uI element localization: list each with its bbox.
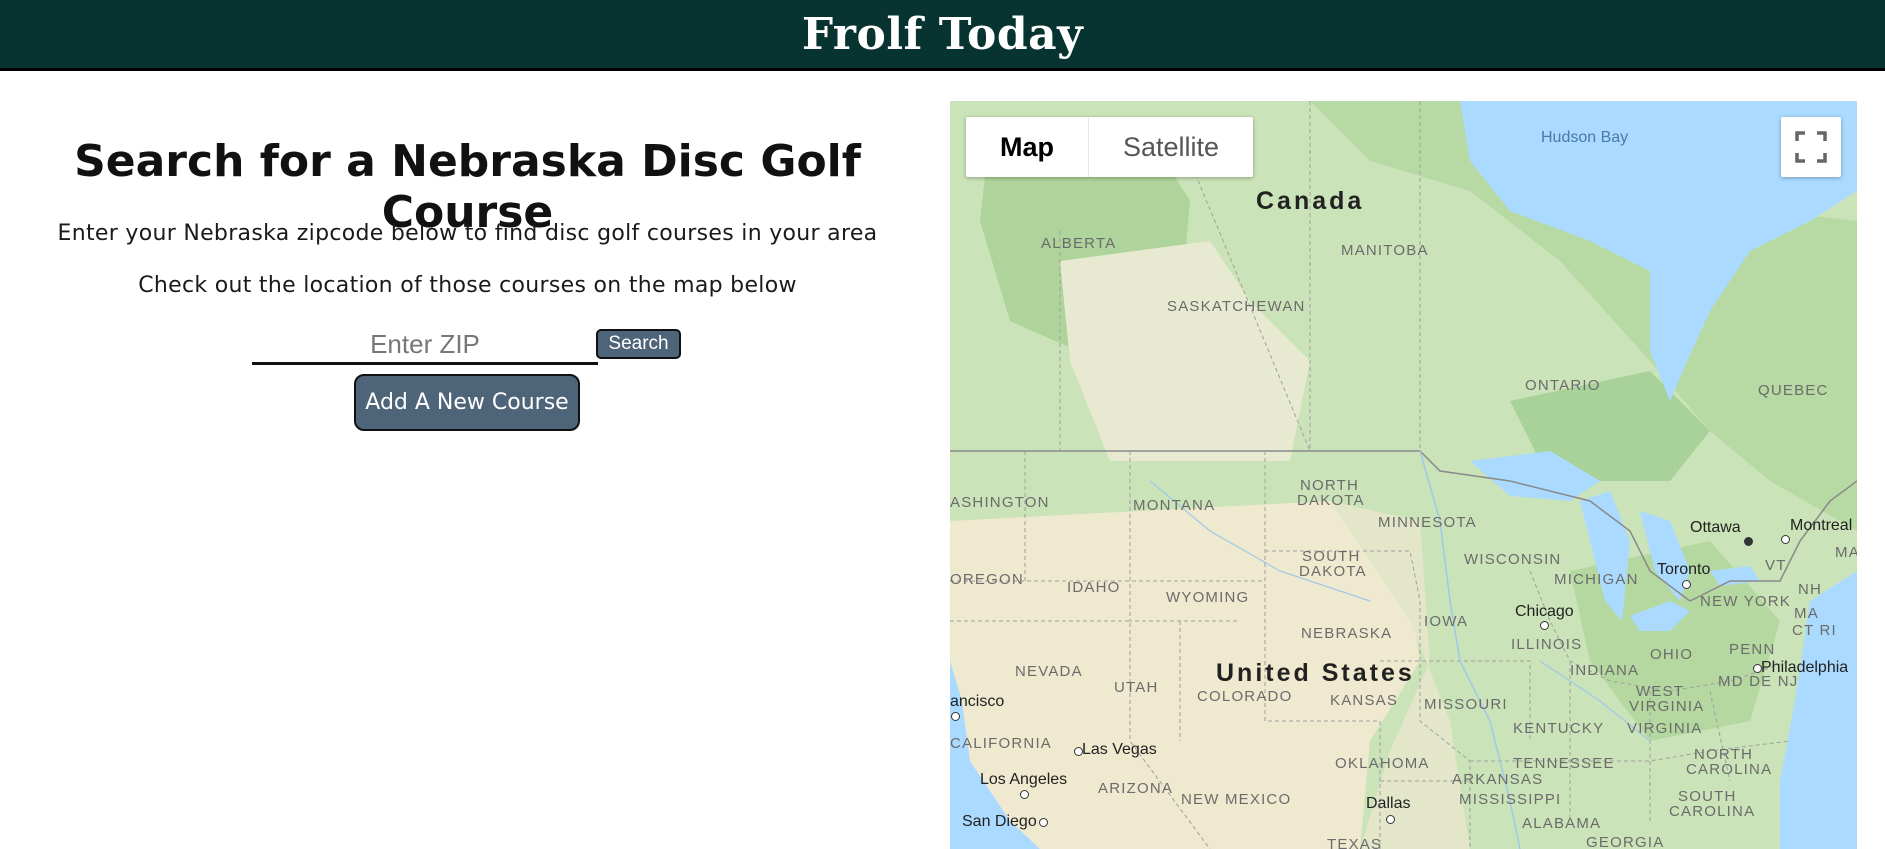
dallas-marker — [1386, 815, 1395, 824]
ontario-label: ONTARIO — [1525, 377, 1601, 394]
mississippi-label: MISSISSIPPI — [1459, 791, 1562, 808]
south-carolina-label-2: CAROLINA — [1669, 803, 1756, 820]
toronto-label: Toronto — [1657, 561, 1711, 578]
north-carolina-label-2: CAROLINA — [1686, 761, 1773, 778]
san-diego-label: San Diego — [962, 813, 1037, 830]
canada-label: Canada — [1256, 187, 1365, 215]
fullscreen-button[interactable] — [1781, 117, 1841, 177]
chicago-label: Chicago — [1515, 603, 1574, 620]
search-instructions: Enter your Nebraska zipcode below to fin… — [57, 221, 878, 246]
search-panel: Search for a Nebraska Disc Golf Course E… — [0, 71, 935, 849]
nebraska-label: NEBRASKA — [1301, 625, 1393, 642]
montreal-marker — [1781, 535, 1790, 544]
utah-label: UTAH — [1114, 679, 1159, 696]
oregon-label: OREGON — [950, 571, 1024, 588]
wisconsin-label: WISCONSIN — [1464, 551, 1562, 568]
chicago-marker — [1540, 621, 1549, 630]
montana-label: MONTANA — [1133, 497, 1216, 514]
nh-label: NH — [1798, 581, 1823, 598]
north-dakota-label-2: DAKOTA — [1297, 492, 1365, 509]
site-title: Frolf Today — [801, 8, 1084, 60]
tennessee-label: TENNESSEE — [1513, 755, 1615, 772]
michigan-label: MICHIGAN — [1554, 571, 1639, 588]
washington-label: ASHINGTON — [950, 494, 1050, 511]
new-mexico-label: NEW MEXICO — [1181, 791, 1292, 808]
texas-label: TEXAS — [1327, 836, 1383, 849]
ohio-label: OHIO — [1650, 646, 1694, 663]
ottawa-marker — [1744, 537, 1753, 546]
search-button[interactable]: Search — [596, 329, 681, 359]
vt-label: VT — [1765, 557, 1787, 574]
west-virginia-label-2: VIRGINIA — [1629, 698, 1705, 715]
alabama-label: ALABAMA — [1522, 815, 1602, 832]
las-vegas-label: Las Vegas — [1082, 741, 1157, 758]
penn-label: PENN — [1729, 641, 1776, 658]
alberta-label: ALBERTA — [1041, 235, 1117, 252]
san-francisco-label: ancisco — [950, 693, 1005, 710]
add-course-button[interactable]: Add A New Course — [354, 374, 580, 431]
iowa-label: IOWA — [1424, 613, 1469, 630]
site-header: Frolf Today — [0, 0, 1885, 71]
georgia-label: GEORGIA — [1586, 834, 1665, 849]
south-dakota-label-2: DAKOTA — [1299, 563, 1367, 580]
arkansas-label: ARKANSAS — [1452, 771, 1544, 788]
missouri-label: MISSOURI — [1424, 696, 1508, 713]
map-view[interactable]: Map Satellite Hudson Bay Canada United S… — [950, 101, 1857, 849]
map-tiles[interactable] — [950, 101, 1857, 849]
colorado-label: COLORADO — [1197, 688, 1293, 705]
arizona-label: ARIZONA — [1098, 780, 1174, 797]
san-diego-marker — [1039, 818, 1048, 827]
ma-label: MA — [1794, 605, 1819, 622]
map-type-control: Map Satellite — [966, 117, 1254, 177]
oklahoma-label: OKLAHOMA — [1335, 755, 1430, 772]
new-york-label: NEW YORK — [1700, 593, 1792, 610]
los-angeles-marker — [1020, 790, 1029, 799]
wyoming-label: WYOMING — [1166, 589, 1250, 606]
fullscreen-icon — [1795, 131, 1827, 163]
san-francisco-marker — [951, 712, 960, 721]
united-states-label: United States — [1216, 659, 1415, 687]
virginia-label: VIRGINIA — [1627, 720, 1703, 737]
montreal-label: Montreal — [1790, 517, 1853, 534]
ottawa-label: Ottawa — [1690, 519, 1741, 536]
quebec-label: QUEBEC — [1758, 382, 1829, 399]
maine-label: MA — [1835, 544, 1857, 561]
idaho-label: IDAHO — [1067, 579, 1121, 596]
minnesota-label: MINNESOTA — [1378, 514, 1477, 531]
map-instructions: Check out the location of those courses … — [138, 273, 797, 298]
manitoba-label: MANITOBA — [1341, 242, 1429, 259]
zip-input[interactable] — [252, 326, 598, 365]
kentucky-label: KENTUCKY — [1513, 720, 1605, 737]
hudson-bay-label: Hudson Bay — [1541, 129, 1629, 146]
california-label: CALIFORNIA — [950, 735, 1053, 752]
nevada-label: NEVADA — [1015, 663, 1083, 680]
philadelphia-label: Philadelphia — [1761, 659, 1849, 676]
dallas-label: Dallas — [1366, 795, 1411, 812]
illinois-label: ILLINOIS — [1511, 636, 1583, 653]
toronto-marker — [1682, 580, 1691, 589]
indiana-label: INDIANA — [1570, 662, 1640, 679]
los-angeles-label: Los Angeles — [980, 771, 1068, 788]
map-tab[interactable]: Map — [966, 117, 1089, 177]
kansas-label: KANSAS — [1330, 692, 1399, 709]
saskatchewan-label: SASKATCHEWAN — [1167, 298, 1306, 315]
satellite-tab[interactable]: Satellite — [1089, 117, 1253, 177]
ct-ri-label: CT RI — [1792, 622, 1837, 639]
